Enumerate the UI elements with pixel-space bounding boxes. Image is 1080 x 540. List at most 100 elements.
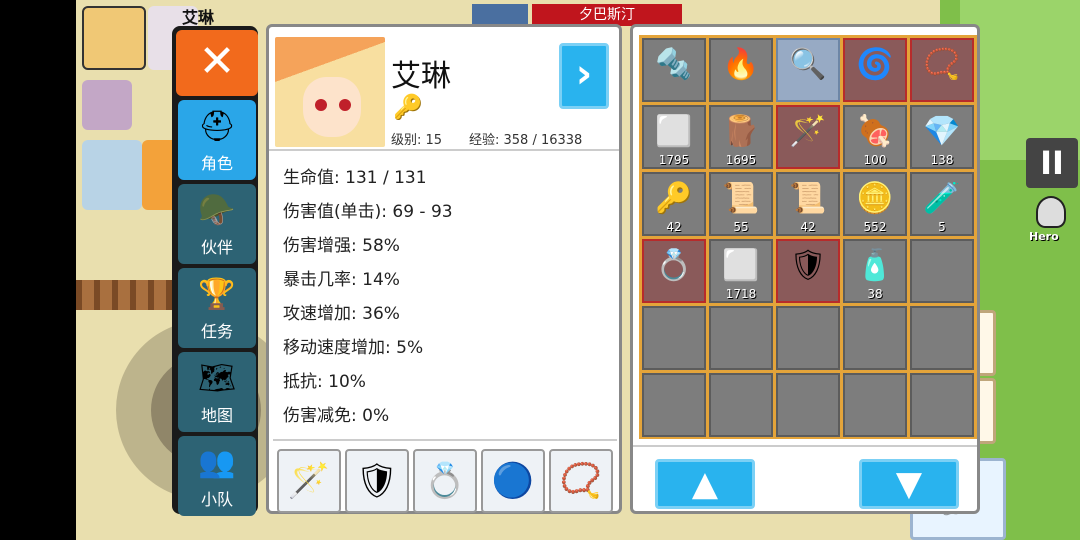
inventory-slot[interactable]: 🪙 552 [843, 172, 907, 236]
inventory-slot[interactable]: 🧴 38 [843, 239, 907, 303]
inventory-slot-empty[interactable] [776, 373, 840, 437]
tab-label: 任务 [200, 322, 233, 341]
tab-label: 地图 [200, 406, 233, 425]
scroll-up-button[interactable]: ▲ [655, 459, 755, 509]
inventory-slot[interactable]: ⬜ 1795 [642, 105, 706, 169]
party-member-sprite[interactable] [82, 140, 142, 210]
inventory-slot[interactable]: 🔍 [776, 38, 840, 102]
key-icon: 🔑 [655, 181, 693, 216]
pause-button[interactable]: II [1026, 138, 1078, 188]
equip-slot-amulet[interactable]: 📿 [549, 449, 613, 513]
inventory-slot-empty[interactable] [642, 306, 706, 370]
item-count: 1695 [725, 153, 757, 167]
item-count: 552 [863, 220, 887, 234]
tab-label: 小队 [200, 490, 233, 509]
character-name: 艾琳 [391, 59, 451, 94]
inventory-panel: 🔩 🔥 🔍 🌀 📿 ⬜ 1795 🪵 1695 🪄 🍖 100 💎 138 🔑 42 📜 55 📜 42 🪙 552 🧪 5 💍… [630, 24, 980, 514]
red-scroll-icon: 📜 [789, 181, 827, 216]
stat-move-speed: 移动速度增加: 5% [283, 338, 424, 358]
map-icon: 🗺 [197, 361, 237, 396]
item-count: 1795 [658, 153, 690, 167]
party-member-sprite[interactable] [82, 6, 146, 70]
inventory-slot-empty[interactable] [709, 306, 773, 370]
inventory-slot[interactable]: 🔥 [709, 38, 773, 102]
inventory-slot[interactable]: 🪵 1695 [709, 105, 773, 169]
portrait-face [303, 77, 361, 137]
stat-resistance: 抵抗: 10% [283, 372, 366, 392]
item-count: 42 [666, 220, 682, 234]
inventory-slot[interactable]: 💎 138 [910, 105, 974, 169]
hero-icon[interactable] [1036, 196, 1066, 228]
tab-party[interactable]: 👥 小队 [178, 436, 256, 516]
party-member-sprite[interactable] [82, 80, 132, 130]
blue-armor-icon: 🛡 [355, 461, 399, 501]
inventory-slot-empty[interactable] [843, 373, 907, 437]
flower-ring-icon: 💍 [423, 461, 467, 501]
inventory-slot[interactable]: 🍖 100 [843, 105, 907, 169]
tab-character[interactable]: ⛑ 角色 [178, 100, 256, 180]
item-count: 55 [733, 220, 749, 234]
inventory-slot-empty[interactable] [910, 306, 974, 370]
inventory-slot-empty[interactable] [843, 306, 907, 370]
gold-coins-icon: 🪙 [856, 181, 894, 216]
character-level: 级别: 15 [391, 133, 443, 148]
menu-tab-column: ✕ ⛑ 角色 🪖 伙伴 🏆 任务 🗺 地图 👥 小队 [172, 26, 258, 516]
equip-slot-ring-1[interactable]: 💍 [413, 449, 477, 513]
item-count: 38 [867, 287, 883, 301]
inventory-slot[interactable]: 📜 42 [776, 172, 840, 236]
ruby-staff-icon: 🪄 [789, 114, 827, 149]
item-count: 100 [863, 153, 887, 167]
stat-hp: 生命值: 131 / 131 [283, 168, 427, 188]
letterbox-left [0, 0, 76, 540]
inventory-slot-empty[interactable] [709, 373, 773, 437]
stats-list: 生命值: 131 / 131 伤害值(单击): 69 - 93 伤害增强: 58… [283, 161, 613, 433]
character-exp: 经验: 358 / 16338 [469, 133, 583, 148]
game-screen: 艾琳 夕巴斯汀 II Hero 🪄 🔍 🪽 ✕ ⛑ 角色 🪖 伙伴 🏆 任务 🗺… [0, 0, 1080, 540]
silver-ingot-icon: ⬜ [722, 248, 760, 283]
inventory-slot[interactable]: 🛡 [776, 239, 840, 303]
close-button[interactable]: ✕ [176, 30, 258, 96]
inventory-slot-empty[interactable] [910, 373, 974, 437]
red-crystal-icon: 💎 [923, 114, 961, 149]
stat-damage-reduction: 伤害减免: 0% [283, 406, 390, 426]
red-vial-icon: 🧪 [923, 181, 961, 216]
inventory-slot[interactable]: 🔑 42 [642, 172, 706, 236]
equip-slot-armor[interactable]: 🛡 [345, 449, 409, 513]
party-icon: 👥 [198, 445, 236, 480]
equipment-row: 🪄 🛡 💍 🔵 📿 [273, 439, 617, 513]
player-name-tag: 艾琳 [182, 8, 215, 27]
inventory-slot[interactable]: 🧪 5 [910, 172, 974, 236]
item-count: 5 [938, 220, 946, 234]
inventory-slot-empty[interactable] [642, 373, 706, 437]
scroll-down-button[interactable]: ▼ [859, 459, 959, 509]
inventory-slot[interactable]: 📿 [910, 38, 974, 102]
pendant-icon: 📿 [923, 47, 961, 82]
next-character-button[interactable]: › [559, 43, 609, 109]
inventory-slot[interactable]: 🌀 [843, 38, 907, 102]
tab-map[interactable]: 🗺 地图 [178, 352, 256, 432]
inventory-slot-empty[interactable] [910, 239, 974, 303]
wood-logs-icon: 🪵 [722, 114, 760, 149]
meat-icon: 🍖 [856, 114, 894, 149]
viking-helmet-icon: 🪖 [198, 193, 236, 228]
inventory-slot[interactable]: 🪄 [776, 105, 840, 169]
inventory-slot[interactable]: 💍 [642, 239, 706, 303]
equip-slot-weapon[interactable]: 🪄 [277, 449, 341, 513]
inventory-slot[interactable]: ⬜ 1718 [709, 239, 773, 303]
enemy-name-bar: 夕巴斯汀 [532, 4, 682, 26]
item-count: 138 [930, 153, 954, 167]
inventory-grid: 🔩 🔥 🔍 🌀 📿 ⬜ 1795 🪵 1695 🪄 🍖 100 💎 138 🔑 42 📜 55 📜 42 🪙 552 🧪 5 💍… [639, 35, 977, 439]
stat-damage: 伤害值(单击): 69 - 93 [283, 202, 453, 222]
inventory-slot-empty[interactable] [776, 306, 840, 370]
inventory-slot[interactable]: 📜 55 [709, 172, 773, 236]
tab-companion[interactable]: 🪖 伙伴 [178, 184, 256, 264]
equip-slot-ring-2[interactable]: 🔵 [481, 449, 545, 513]
item-count: 42 [800, 220, 816, 234]
tab-quests[interactable]: 🏆 任务 [178, 268, 256, 348]
inventory-slot[interactable]: 🔩 [642, 38, 706, 102]
item-count: 1718 [725, 287, 757, 301]
trophy-icon: 🏆 [198, 277, 236, 312]
drill-potion-icon: 🔩 [655, 47, 693, 82]
ghost-ring-icon: 🌀 [856, 47, 894, 82]
ruby-staff-icon: 🪄 [287, 461, 331, 501]
